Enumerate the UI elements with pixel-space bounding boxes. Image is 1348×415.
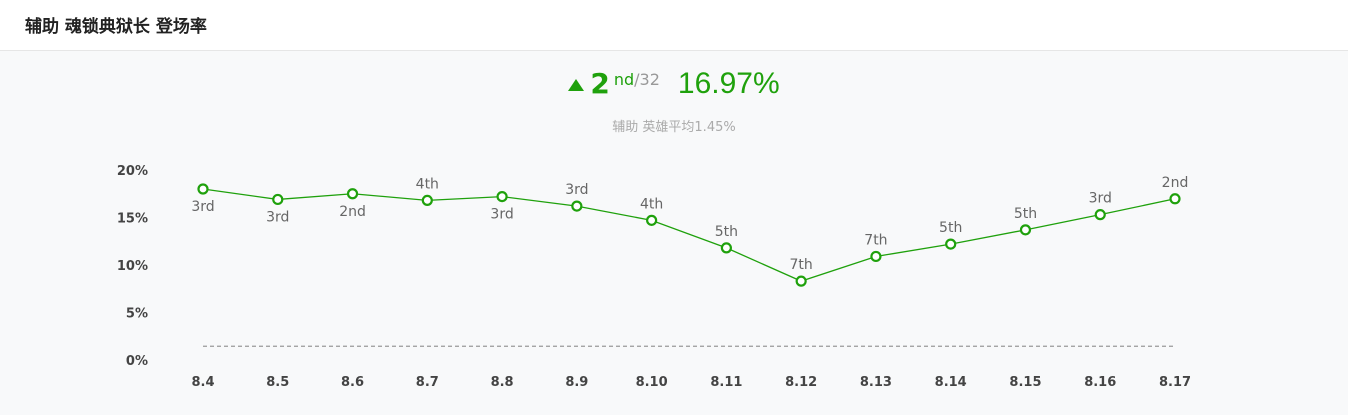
data-point [1094,209,1106,221]
x-tick-label: 8.4 [191,375,214,390]
data-point [197,183,209,195]
data-label: 5th [715,224,738,240]
x-tick-label: 8.15 [1009,375,1041,390]
x-tick-label: 8.14 [935,375,967,390]
data-label: 4th [640,196,663,212]
data-label: 5th [1014,206,1037,222]
data-label: 3rd [266,209,289,225]
x-tick-label: 8.11 [710,375,742,390]
data-point [870,250,882,263]
y-tick-label: 15% [117,212,148,227]
data-label: 5th [939,220,962,236]
x-tick-label: 8.6 [341,375,364,390]
data-point [945,238,957,250]
data-label: 2nd [339,204,366,220]
x-tick-label: 8.7 [416,375,439,390]
data-label: 7th [864,232,887,248]
x-tick-label: 8.16 [1084,375,1116,390]
data-point [720,242,732,254]
data-label: 3rd [1089,191,1112,207]
x-tick-label: 8.12 [785,375,817,390]
x-tick-label: 8.5 [266,375,289,390]
x-tick-label: 8.13 [860,375,892,390]
data-label: 7th [790,257,813,273]
y-tick-label: 10% [117,259,148,274]
data-point [571,200,583,212]
data-label: 3rd [191,199,214,215]
data-label: 3rd [565,182,588,198]
data-point [795,275,807,287]
data-label: 2nd [1162,175,1189,191]
data-point [272,193,284,206]
y-tick-label: 0% [126,354,148,369]
data-point [1019,224,1032,236]
y-tick-label: 5% [126,307,148,322]
data-label: 4th [416,176,439,192]
y-tick-label: 20% [117,164,148,179]
data-point [421,194,433,206]
data-label: 3rd [490,207,513,223]
x-tick-label: 8.8 [491,375,514,390]
x-tick-label: 8.9 [565,375,588,390]
x-tick-label: 8.17 [1159,375,1191,390]
data-point [1169,193,1181,205]
data-point [346,188,359,200]
pick-rate-line-chart: 0% 5% 10% 15% 20% 8.4 8.5 8.6 8.7 8.8 8.9 8.10 8.11 8… [117,164,1191,390]
data-point [646,214,658,226]
x-tick-label: 8.10 [636,375,668,390]
data-point [496,191,508,203]
